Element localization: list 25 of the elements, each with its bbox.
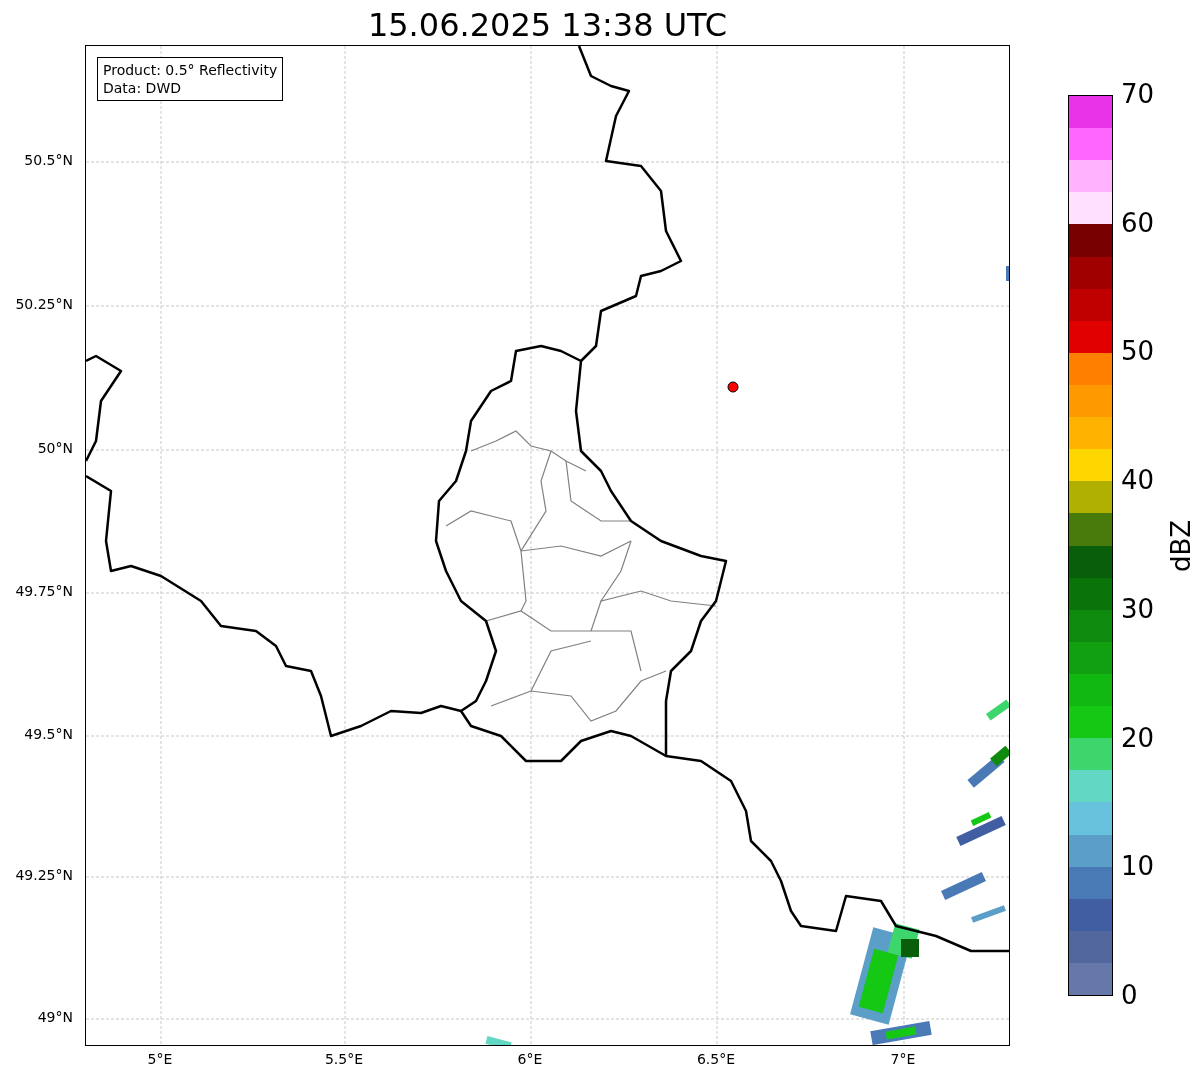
- colorbar-tick-label: 10: [1121, 853, 1155, 880]
- latitude-label: 50.5°N: [24, 153, 73, 167]
- longitude-label: 5°E: [147, 1052, 173, 1066]
- longitude-label: 5.5°E: [324, 1052, 364, 1066]
- info-text: Data: DWD: [103, 79, 182, 97]
- latitude-label: 50.25°N: [15, 297, 73, 311]
- latitude-label: 50°N: [37, 441, 73, 455]
- colorbar-tick-label: 0: [1121, 982, 1138, 1008]
- chart-title: 15.06.2025 13:38 UTC: [367, 9, 728, 45]
- latitude-label: 49.25°N: [15, 868, 73, 882]
- colorbar-tick-label: 60: [1121, 209, 1155, 236]
- latitude-label: 49.75°N: [15, 584, 73, 598]
- longitude-label: 6.5°E: [696, 1052, 736, 1066]
- colorbar-tick-label: 40: [1121, 467, 1155, 494]
- colorbar-tick-label: 50: [1121, 338, 1155, 365]
- latitude-label: 49°N: [37, 1010, 73, 1024]
- colorbar-tick-label: 70: [1121, 81, 1155, 107]
- location-marker: [727, 381, 739, 393]
- colorbar-label: dBZ: [1168, 519, 1194, 572]
- info-text: Product: 0.5° Reflectivity: [103, 61, 278, 79]
- colorbar-tick-label: 20: [1121, 724, 1155, 751]
- colorbar-tick-label: 30: [1121, 595, 1155, 622]
- latitude-label: 49.5°N: [24, 727, 73, 741]
- longitude-label: 6°E: [517, 1052, 543, 1066]
- longitude-label: 7°E: [890, 1052, 916, 1066]
